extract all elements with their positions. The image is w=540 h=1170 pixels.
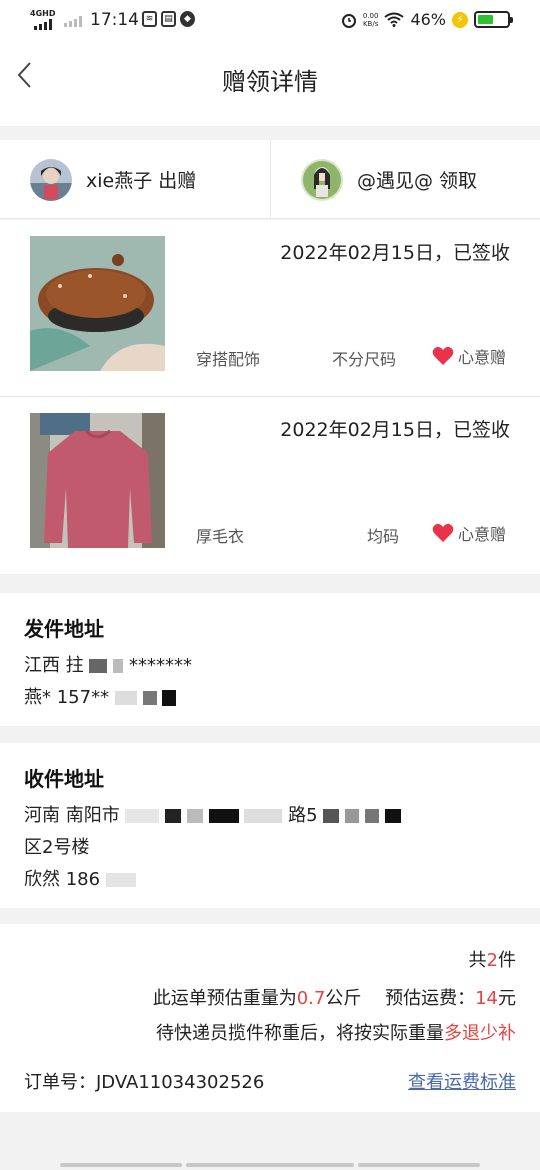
battery-icon [474,11,513,28]
network-type: 4GHD [30,9,56,18]
heart-icon [432,346,454,365]
item-category: 厚毛衣 [196,527,245,546]
gift-label: 心意赠 [457,348,506,367]
item-date-status: 2022年02月15日，已签收 [280,419,510,441]
privacy-mask [162,690,177,706]
item-date-status: 2022年02月15日，已签收 [280,242,510,264]
gift-type-badge: 心意赠 [432,521,506,545]
heart-icon [432,523,454,542]
privacy-mask [89,659,108,673]
privacy-mask [142,691,157,705]
scroll-indicator [186,1163,354,1167]
shipping-summary: 共2件 此运单预估重量为0.7公斤 预估运费：14元 待快递员揽件称重后，将按实… [0,924,540,1112]
scroll-indicator [60,1163,182,1167]
wifi-icon [384,12,405,27]
giver-avatar[interactable] [30,158,72,201]
compass-notification-icon: ◆ [180,11,195,27]
view-fee-standard-link[interactable]: 查看运费标准 [408,1068,516,1094]
privacy-mask [114,691,137,705]
list-item[interactable]: 2022年02月15日，已签收 穿搭配饰 不分尺码 心意赠 [0,220,540,397]
receiver-address-heading: 收件地址 [24,767,104,791]
settlement-note: 待快递员揽件称重后，将按实际重量多退少补 [156,1023,516,1044]
net-speed: 0.00 KB/s [362,11,379,28]
receiver-info[interactable]: @遇见@ 领取 [301,140,477,219]
privacy-mask [105,873,136,887]
order-number: 订单号：JDVA11034302526 [24,1072,265,1093]
sender-address-line: 江西 拄 ******* [24,655,192,676]
item-photo-sweater[interactable] [30,413,165,548]
item-photo-beret[interactable] [30,236,165,371]
notification-icons: ≋ ▤ ◆ [142,11,195,27]
gift-label: 心意赠 [457,525,506,544]
signal-icon [34,19,52,30]
scroll-indicator [358,1163,480,1167]
privacy-mask [244,809,283,823]
alarm-icon [341,13,356,28]
receiver-address-card: 收件地址 河南 南阳市 路5 区2号楼 欣然 186 [0,743,540,908]
sender-address-heading: 发件地址 [24,617,104,641]
divider [270,140,271,219]
item-count: 共2件 [468,950,516,971]
doc-notification-icon: ▤ [161,11,176,27]
weight-fee-estimate: 此运单预估重量为0.7公斤 预估运费：14元 [152,988,516,1009]
sender-contact-line: 燕* 157** [24,682,516,714]
giver-info[interactable]: xie燕子 出赠 [30,140,196,219]
battery-percent: 46% [410,10,446,29]
receiver-avatar[interactable] [301,158,343,201]
item-size: 均码 [367,527,400,546]
privacy-mask [186,809,203,823]
signal-icon-secondary [64,16,82,27]
privacy-mask [125,809,160,823]
privacy-mask [384,809,401,823]
receiver-address-line: 河南 南阳市 路5 [24,800,516,832]
status-bar: 4GHD 17:14 ≋ ▤ ◆ 0.00 KB/s 46% ⚡ [0,0,540,42]
giver-name: xie燕子 出赠 [86,170,197,192]
privacy-mask [323,809,340,823]
privacy-mask [165,809,182,823]
item-category: 穿搭配饰 [196,350,261,369]
clock: 17:14 [90,10,139,30]
privacy-mask [208,809,239,823]
privacy-mask [345,809,360,823]
privacy-mask [113,659,124,673]
charging-icon: ⚡ [452,11,468,28]
participants-row: xie燕子 出赠 @遇见@ 领取 [0,140,540,219]
privacy-mask [364,809,379,823]
page-title: 赠领详情 [222,68,318,96]
gift-type-badge: 心意赠 [432,344,506,368]
sender-address-card: 发件地址 江西 拄 ******* 燕* 157** [0,593,540,726]
item-size: 不分尺码 [332,350,397,369]
receiver-name: @遇见@ 领取 [357,170,478,192]
receiver-contact-line: 欣然 186 [24,864,516,896]
app-notification-icon: ≋ [142,11,157,27]
list-item[interactable]: 2022年02月15日，已签收 厚毛衣 均码 心意赠 [0,397,540,574]
receiver-address-line-2: 区2号楼 [24,837,90,858]
nav-header: 赠领详情 [0,42,540,126]
